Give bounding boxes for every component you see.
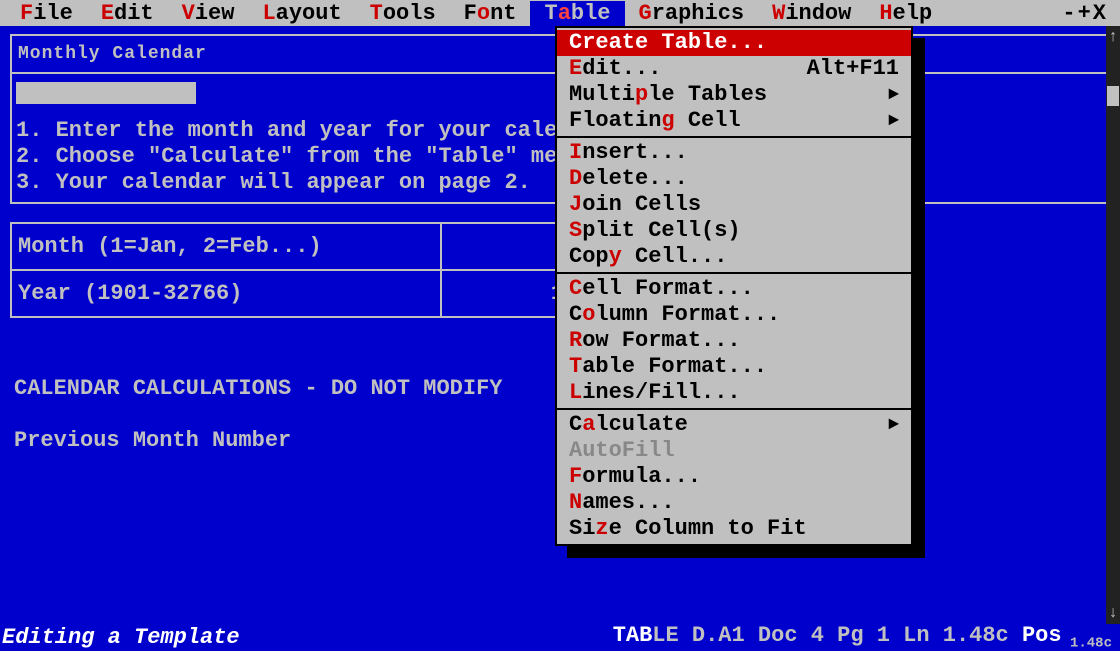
menu-table[interactable]: Table — [530, 1, 624, 26]
menu-edit[interactable]: Edit — [87, 1, 168, 26]
status-location: LE D.A1 Doc 4 Pg 1 Ln 1.48c — [652, 623, 1022, 648]
menu-item-row-format[interactable]: Row Format... — [557, 328, 911, 354]
menubar: FileEditViewLayoutToolsFontTableGraphics… — [0, 0, 1120, 26]
status-left: Editing a Template — [0, 625, 240, 650]
menu-layout[interactable]: Layout — [248, 1, 355, 26]
menu-item-lines-fill[interactable]: Lines/Fill... — [557, 380, 911, 406]
status-pos-bold: Pos — [1022, 623, 1062, 648]
menu-item-create-table[interactable]: Create Table... — [557, 30, 911, 56]
menu-item-edit[interactable]: Edit...Alt+F11 — [557, 56, 911, 82]
menu-item-split-cell-s[interactable]: Split Cell(s) — [557, 218, 911, 244]
menu-item-delete[interactable]: Delete... — [557, 166, 911, 192]
menu-help[interactable]: Help — [865, 1, 946, 26]
menu-item-insert[interactable]: Insert... — [557, 140, 911, 166]
menu-item-calculate[interactable]: Calculate► — [557, 412, 911, 438]
statusbar: Editing a Template TABLE D.A1 Doc 4 Pg 1… — [0, 624, 1120, 650]
menu-item-formula[interactable]: Formula... — [557, 464, 911, 490]
submenu-arrow-icon: ► — [888, 82, 899, 108]
menu-group: Cell Format...Column Format...Row Format… — [557, 274, 911, 410]
menu-graphics[interactable]: Graphics — [625, 1, 759, 26]
month-value-cell[interactable] — [440, 224, 570, 271]
menu-item-column-format[interactable]: Column Format... — [557, 302, 911, 328]
table-menu-dropdown[interactable]: Create Table...Edit...Alt+F11Multiple Ta… — [555, 26, 913, 546]
year-value-cell[interactable]: 1 — [440, 271, 570, 316]
status-right: TABLE D.A1 Doc 4 Pg 1 Ln 1.48c Pos 1.48c — [613, 623, 1120, 651]
month-label-cell: Month (1=Jan, 2=Feb...) — [12, 224, 440, 271]
menu-item-table-format[interactable]: Table Format... — [557, 354, 911, 380]
menu-group: Calculate►AutoFillFormula...Names...Size… — [557, 410, 911, 544]
vertical-scrollbar[interactable]: ↑ ↓ — [1106, 26, 1120, 624]
menu-item-floating-cell[interactable]: Floating Cell► — [557, 108, 911, 134]
menu-window[interactable]: Window — [758, 1, 865, 26]
shortcut-label: Alt+F11 — [807, 56, 899, 82]
scroll-down-icon[interactable]: ↓ — [1108, 604, 1118, 622]
menu-file[interactable]: File — [6, 1, 87, 26]
menu-item-join-cells[interactable]: Join Cells — [557, 192, 911, 218]
menu-tools[interactable]: Tools — [356, 1, 450, 26]
menu-item-copy-cell[interactable]: Copy Cell... — [557, 244, 911, 270]
status-table-bold: TAB — [613, 623, 653, 648]
year-label-cell: Year (1901-32766) — [12, 271, 440, 316]
menu-item-size-column-to-fit[interactable]: Size Column to Fit — [557, 516, 911, 542]
menu-item-cell-format[interactable]: Cell Format... — [557, 276, 911, 302]
menu-item-multiple-tables[interactable]: Multiple Tables► — [557, 82, 911, 108]
scroll-thumb[interactable] — [1107, 86, 1119, 106]
menu-view[interactable]: View — [168, 1, 249, 26]
menu-group: Insert...Delete...Join CellsSplit Cell(s… — [557, 138, 911, 274]
input-table: Month (1=Jan, 2=Feb...) Year (1901-32766… — [10, 222, 570, 318]
menu-group: Create Table...Edit...Alt+F11Multiple Ta… — [557, 28, 911, 138]
status-pos-value: 1.48c — [1062, 635, 1112, 651]
submenu-arrow-icon: ► — [888, 412, 899, 438]
menu-font[interactable]: Font — [450, 1, 531, 26]
window-controls[interactable]: -+X — [1062, 1, 1114, 26]
text-cursor-block — [16, 82, 196, 104]
menu-item-autofill: AutoFill — [557, 438, 911, 464]
menu-item-names[interactable]: Names... — [557, 490, 911, 516]
scroll-up-icon[interactable]: ↑ — [1108, 28, 1118, 46]
submenu-arrow-icon: ► — [888, 108, 899, 134]
